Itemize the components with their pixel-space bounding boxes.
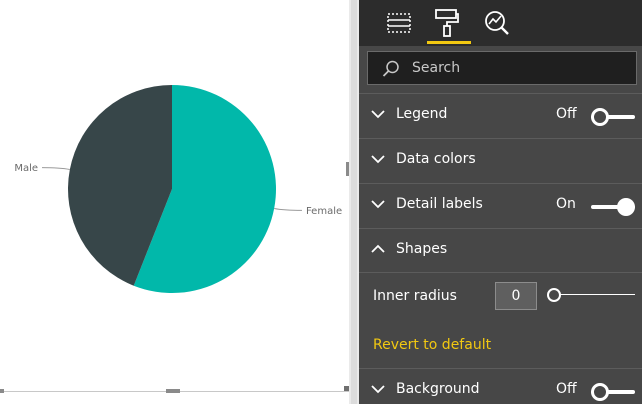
section-title: Shapes [396,241,448,257]
section-title: Detail labels [396,196,483,212]
section-title: Data colors [396,151,476,167]
tab-format[interactable] [427,4,467,42]
search-icon [382,60,399,77]
visualizations-pane: Legend Off Data colors Detail labels On … [359,0,642,404]
canvas-scrollbar[interactable] [351,0,357,404]
analytics-icon [485,11,509,35]
section-shapes[interactable]: Shapes [359,228,642,272]
leader-line [42,167,70,171]
toggle-state-label: On [556,196,576,212]
toggle-state-label: Off [556,106,577,122]
legend-toggle[interactable] [591,108,635,126]
section-data-colors[interactable]: Data colors [359,138,642,182]
inner-radius-row: Inner radius 0 [359,272,642,322]
resize-handle-bottom[interactable] [166,389,180,393]
detail-labels-toggle[interactable] [591,198,635,216]
detail-label: Male [14,163,38,174]
chevron-down-icon [371,385,385,394]
inner-radius-input[interactable]: 0 [495,282,537,310]
resize-handle-bottom-left[interactable] [0,389,4,393]
report-canvas[interactable]: Female Male [0,0,349,404]
revert-to-default-link[interactable]: Revert to default [373,337,491,353]
chevron-down-icon [371,110,385,119]
detail-label: Female [306,206,342,217]
slider-thumb[interactable] [547,288,561,302]
toggle-state-label: Off [556,381,577,397]
search-box[interactable] [367,51,637,85]
section-title: Legend [396,106,448,122]
paint-roller-icon [435,9,459,37]
inner-radius-slider[interactable] [547,288,635,302]
chevron-up-icon [371,244,385,253]
background-toggle[interactable] [591,383,635,401]
tab-fields[interactable] [379,4,419,42]
fields-icon [387,13,411,33]
chevron-down-icon [371,200,385,209]
pane-tab-bar [359,0,642,46]
section-legend[interactable]: Legend Off [359,93,642,137]
section-background[interactable]: Background Off [359,368,642,412]
chevron-down-icon [371,155,385,164]
tab-analytics[interactable] [477,4,517,42]
section-title: Background [396,381,480,397]
inner-radius-label: Inner radius [373,288,457,304]
active-tab-indicator [427,41,471,44]
leader-line [274,207,302,211]
section-detail-labels[interactable]: Detail labels On [359,183,642,227]
pie-chart[interactable]: Female Male [0,0,349,404]
search-input[interactable] [412,58,612,78]
